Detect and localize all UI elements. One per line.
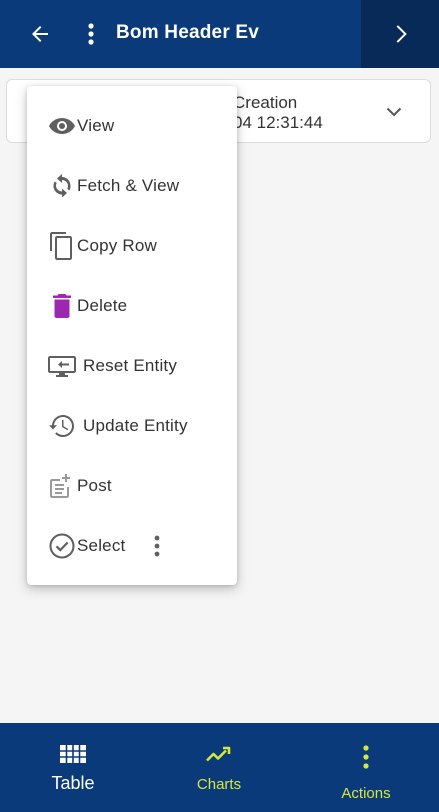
tab-charts[interactable]: Charts [146,723,292,812]
history-icon [47,412,77,440]
more-vertical-icon [363,745,369,769]
tab-actions[interactable]: Actions [293,723,439,812]
menu-item-reset-entity[interactable]: Reset Entity [27,344,237,388]
page-title: Bom Header Ev [116,22,260,43]
menu-item-label: Delete [77,296,128,315]
menu-item-select[interactable]: Select [27,524,237,568]
chevron-right-icon [396,25,407,43]
back-button[interactable] [26,20,54,48]
chevron-down-icon [386,107,402,117]
post-icon [47,472,77,500]
select-options-button[interactable] [147,534,167,558]
reset-icon [47,352,77,380]
menu-item-update-entity[interactable]: Update Entity [27,404,237,448]
more-vertical-icon [88,23,94,45]
trend-icon [206,746,231,762]
menu-item-label: View [77,116,115,135]
header-menu-button[interactable] [80,20,102,48]
next-button[interactable] [361,0,439,68]
expand-button[interactable] [384,102,404,122]
tab-label: Table [51,773,95,793]
more-vertical-icon [154,535,160,557]
copy-icon [47,232,77,260]
grid-icon [60,745,86,763]
arrow-left-icon [32,26,48,42]
menu-item-label: Copy Row [77,236,158,255]
app-bar: Bom Header Ev [0,0,439,68]
menu-item-fetch-view[interactable]: Fetch & View [27,164,237,208]
menu-item-delete[interactable]: Delete [27,284,237,328]
tab-label: Actions [341,785,391,802]
menu-item-post[interactable]: Post [27,464,237,508]
bottom-navigation: Table Charts Actions [0,723,439,812]
check-circle-icon [47,532,77,560]
tab-label: Charts [196,776,242,793]
tab-table[interactable]: Table [0,723,146,812]
menu-item-label: Reset Entity [83,356,178,375]
menu-item-label: Fetch & View [77,176,180,195]
menu-item-copy-row[interactable]: Copy Row [27,224,237,268]
menu-item-view[interactable]: View [27,104,237,148]
trash-icon [47,292,77,320]
refresh-icon [47,172,77,200]
record-line-1: Creation [233,93,298,112]
row-actions-menu: View Fetch & View Copy Row Delete Reset … [27,86,237,585]
record-line-2: 04 12:31:44 [233,113,323,132]
menu-item-label: Post [77,476,112,495]
menu-item-label: Update Entity [83,416,188,435]
eye-icon [47,112,77,140]
menu-item-label: Select [77,536,126,555]
